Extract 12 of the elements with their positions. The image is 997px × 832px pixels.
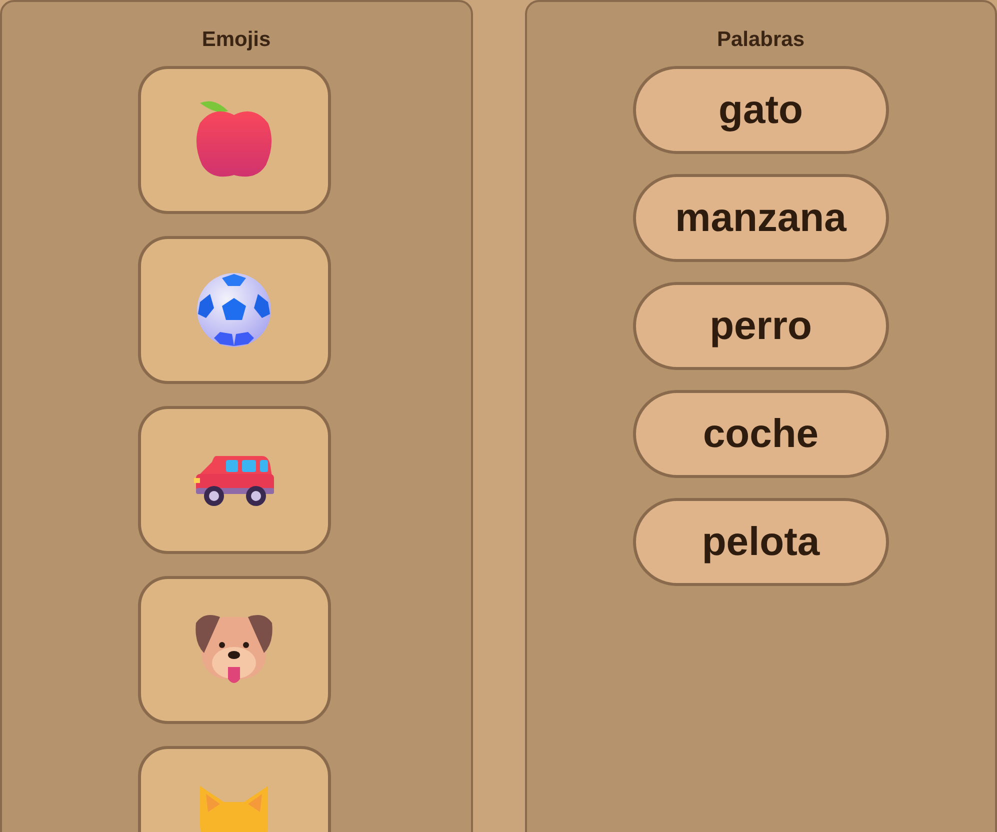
word-button[interactable]: coche (632, 390, 889, 478)
emoji-card[interactable] (138, 236, 331, 384)
panel-title: Palabras (716, 28, 805, 52)
word-button[interactable]: manzana (632, 174, 889, 262)
emoji-card[interactable] (138, 66, 331, 214)
word-button[interactable]: perro (632, 282, 889, 370)
word-button[interactable]: pelota (632, 498, 889, 586)
word-button[interactable]: gato (632, 66, 889, 154)
emoji-card[interactable] (138, 576, 331, 724)
panel-title: Emojis (202, 28, 271, 52)
soccer-ball-icon (196, 272, 272, 348)
emoji-card[interactable] (138, 406, 331, 554)
